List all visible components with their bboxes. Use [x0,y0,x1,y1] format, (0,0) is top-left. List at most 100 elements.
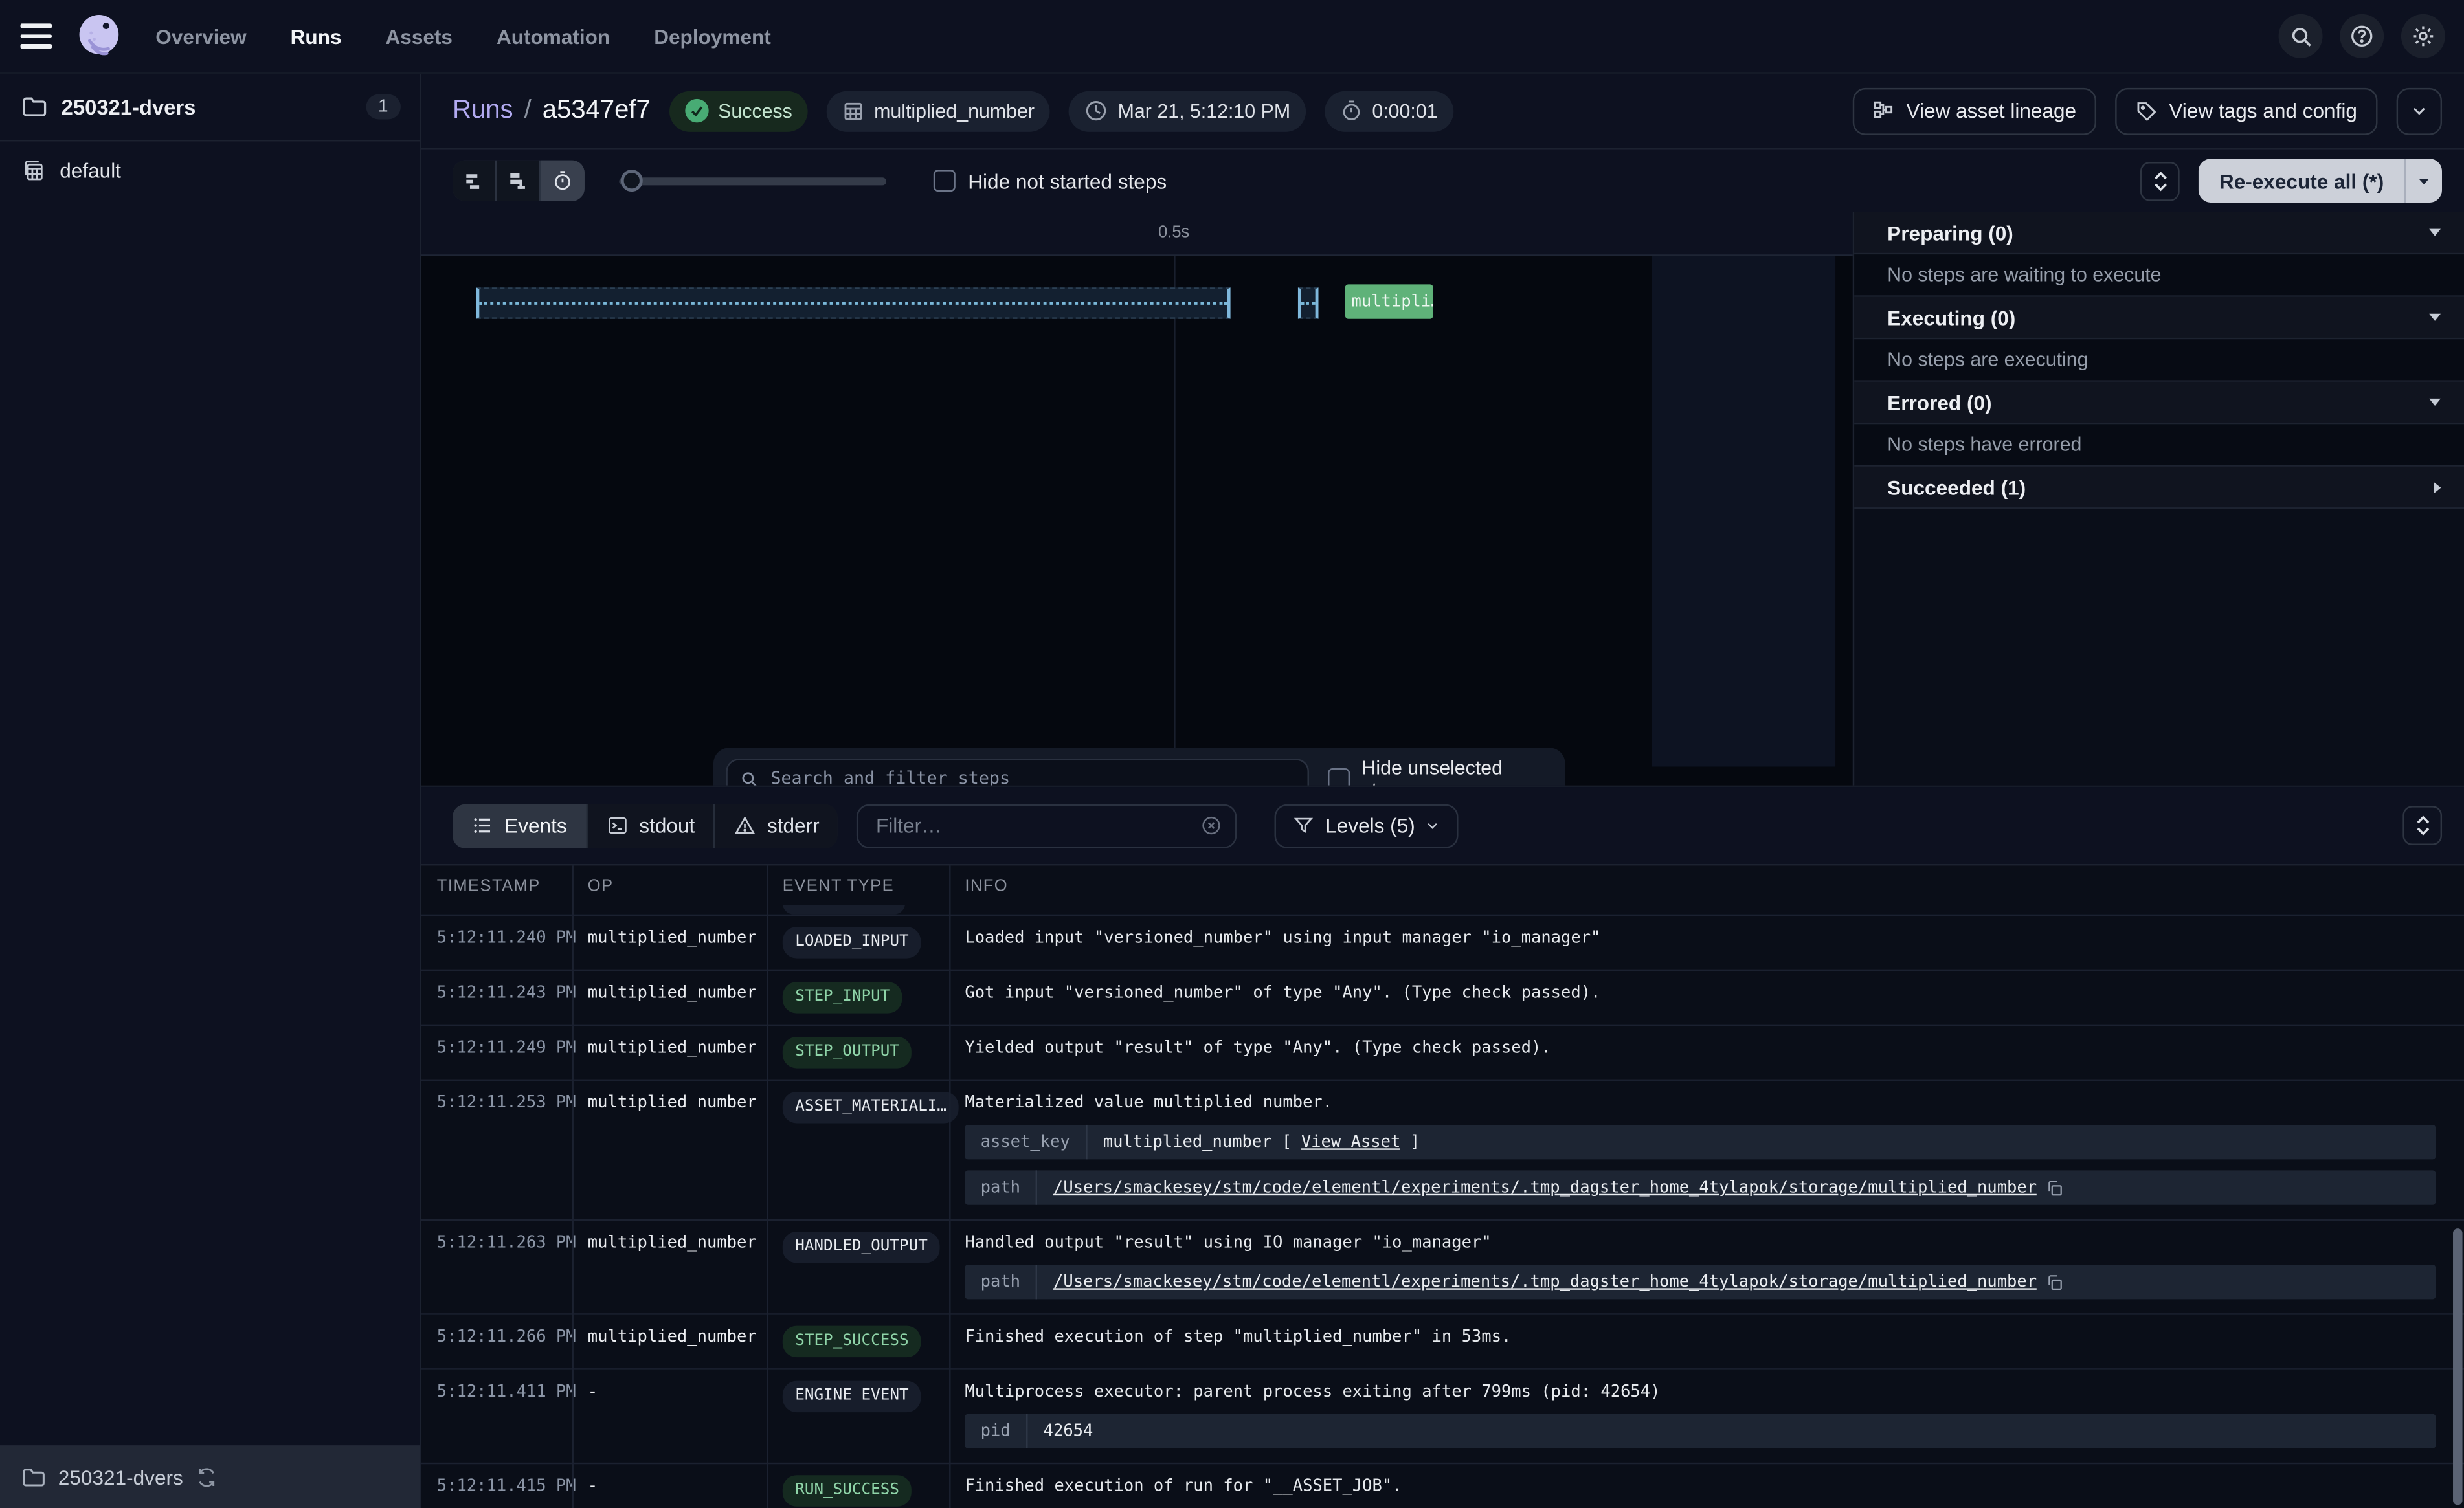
clear-filter-icon[interactable] [1200,814,1222,837]
vertical-scrollbar-thumb[interactable] [2453,1228,2463,1505]
help-button[interactable] [2340,14,2384,58]
status-section-body: No steps are waiting to execute [1854,254,2464,297]
waiting-bar-segment[interactable] [1298,287,1319,319]
gantt-chart: 0.5s multipli… Hide [421,212,1853,786]
event-type-badge: LOADED_INPUT [783,927,921,959]
metadata-row: path/Users/smackesey/stm/code/elementl/e… [965,1170,2436,1204]
run-duration-tag: 0:00:01 [1325,91,1453,131]
run-datetime-tag: Mar 21, 5:12:10 PM [1069,91,1306,131]
info-text: Got input "versioned_number" of type "An… [965,982,2436,1004]
view-tags-config-button[interactable]: View tags and config [2116,87,2378,135]
time-ruler: 0.5s [421,212,1853,256]
gantt-toolbar: Hide not started steps Re-execute all (*… [421,150,2464,212]
sidebar-code-location[interactable]: 250321-dvers 1 [0,74,420,141]
refresh-icon [196,1467,216,1487]
reexecute-split-button: Re-execute all (*) [2199,159,2442,203]
caret-down-icon [2426,227,2444,239]
log-table: TIMESTAMP OP EVENT TYPE INFO 5:12:11.240… [421,865,2464,1508]
status-section-body: No steps have errored [1854,424,2464,467]
nav-item-assets[interactable]: Assets [385,25,453,48]
metadata-value-text: 42654 [1044,1420,1093,1442]
status-section-header[interactable]: Preparing (0) [1854,212,2464,255]
column-header-timestamp: TIMESTAMP [421,876,572,894]
settings-button[interactable] [2401,14,2445,58]
tag-icon [2136,100,2158,122]
slider-thumb[interactable] [621,170,643,192]
nav-item-deployment[interactable]: Deployment [654,25,771,48]
event-type-cell: ENGINE_EVENT [767,1370,950,1424]
status-section-header[interactable]: Errored (0) [1854,382,2464,425]
status-section-header[interactable]: Succeeded (1) [1854,467,2464,509]
status-section-message: No steps are waiting to execute [1887,264,2161,286]
chevron-up-icon [2415,815,2430,825]
tab-events[interactable]: Events [453,804,587,848]
tab-stderr[interactable]: stderr [715,804,838,848]
more-actions-button[interactable] [2397,87,2442,135]
hide-not-started-checkbox[interactable] [934,170,956,192]
nav-item-automation[interactable]: Automation [497,25,610,48]
list-icon [471,815,493,836]
chevron-down-icon [2410,102,2428,120]
copy-icon[interactable] [2046,1179,2064,1197]
search-button[interactable] [2279,14,2323,58]
copy-icon[interactable] [2046,1273,2064,1291]
view-asset-lineage-button[interactable]: View asset lineage [1853,87,2097,135]
slider-track[interactable] [619,177,886,185]
status-section-header[interactable]: Executing (0) [1854,297,2464,340]
nav-item-overview[interactable]: Overview [155,25,246,48]
view-asset-link[interactable]: View Asset [1301,1131,1400,1153]
event-type-badge: ASSET_MATERIALI… [783,1092,959,1124]
breadcrumb: Runs / a5347ef7 [453,96,651,126]
breadcrumb-runs-link[interactable]: Runs [453,96,513,126]
waiting-bar[interactable] [476,287,1230,319]
log-toolbar: Events stdout stderr [421,787,2464,865]
metadata-row: asset_keymultiplied_number [View Asset] [965,1125,2436,1159]
info-cell: Got input "versioned_number" of type "An… [949,971,2464,1015]
reexecute-caret-button[interactable] [2404,159,2442,203]
path-link[interactable]: /Users/smackesey/stm/code/elementl/exper… [1053,1271,2037,1293]
event-type-badge-partial [783,905,905,915]
metadata-value-text: multiplied_number [ [1103,1131,1292,1153]
hamburger-menu-button[interactable] [21,19,55,53]
expand-gantt-button[interactable] [2141,161,2180,201]
sidebar: 250321-dvers 1 default 250321-dvers [0,74,421,1508]
view-mode-waterfall-button[interactable] [497,161,541,201]
reexecute-all-button[interactable]: Re-execute all (*) [2199,159,2404,203]
metadata-row: pid 42654 [965,1414,2436,1448]
sidebar-footer[interactable]: 250321-dvers [0,1445,420,1508]
funnel-icon [1294,815,1315,836]
path-link[interactable]: /Users/smackesey/stm/code/elementl/exper… [1053,1177,2037,1199]
view-mode-timed-button[interactable] [541,161,585,201]
view-mode-flat-button[interactable] [453,161,497,201]
event-type-cell: STEP_SUCCESS [767,1315,950,1369]
log-filter-input[interactable] [873,812,1191,839]
expand-logs-button[interactable] [2402,806,2442,845]
asset-tag[interactable]: multiplied_number [827,91,1050,131]
info-cell: Finished execution of step "multiplied_n… [949,1315,2464,1359]
nav-item-runs[interactable]: Runs [291,25,342,48]
metadata-key: pid [965,1414,1027,1448]
log-filter-box[interactable] [857,804,1237,848]
info-text: Yielded output "result" of type "Any". (… [965,1037,2436,1059]
time-gridline [1174,256,1175,786]
hide-not-started-control[interactable]: Hide not started steps [934,169,1167,192]
time-tick-label: 0.5s [1158,223,1189,242]
zoom-slider[interactable] [619,161,886,201]
event-type-cell: STEP_OUTPUT [767,1026,950,1080]
info-text: Finished execution of run for "__ASSET_J… [965,1475,2436,1497]
levels-dropdown[interactable]: Levels (5) [1275,804,1459,848]
sidebar-asset-group[interactable]: default [0,141,420,197]
info-text: Loaded input "versioned_number" using in… [965,927,2436,949]
event-type-badge: STEP_OUTPUT [783,1037,912,1069]
gear-icon [2410,23,2436,49]
caret-down-icon [2417,173,2431,188]
selection-column [1652,256,1835,767]
tab-stdout[interactable]: stdout [587,804,715,848]
status-section-message: No steps have errored [1887,434,2081,456]
metadata-value: /Users/smackesey/stm/code/elementl/exper… [1038,1265,2436,1299]
timestamp-cell: 5:12:11.253 PM [421,1081,572,1125]
event-row: 5:12:11.411 PM-ENGINE_EVENTMultiprocess … [421,1370,2464,1465]
event-type-cell: HANDLED_OUTPUT [767,1221,950,1274]
step-bar-multiplied-number[interactable]: multipli… [1345,284,1433,318]
dagster-logo[interactable] [74,11,124,61]
